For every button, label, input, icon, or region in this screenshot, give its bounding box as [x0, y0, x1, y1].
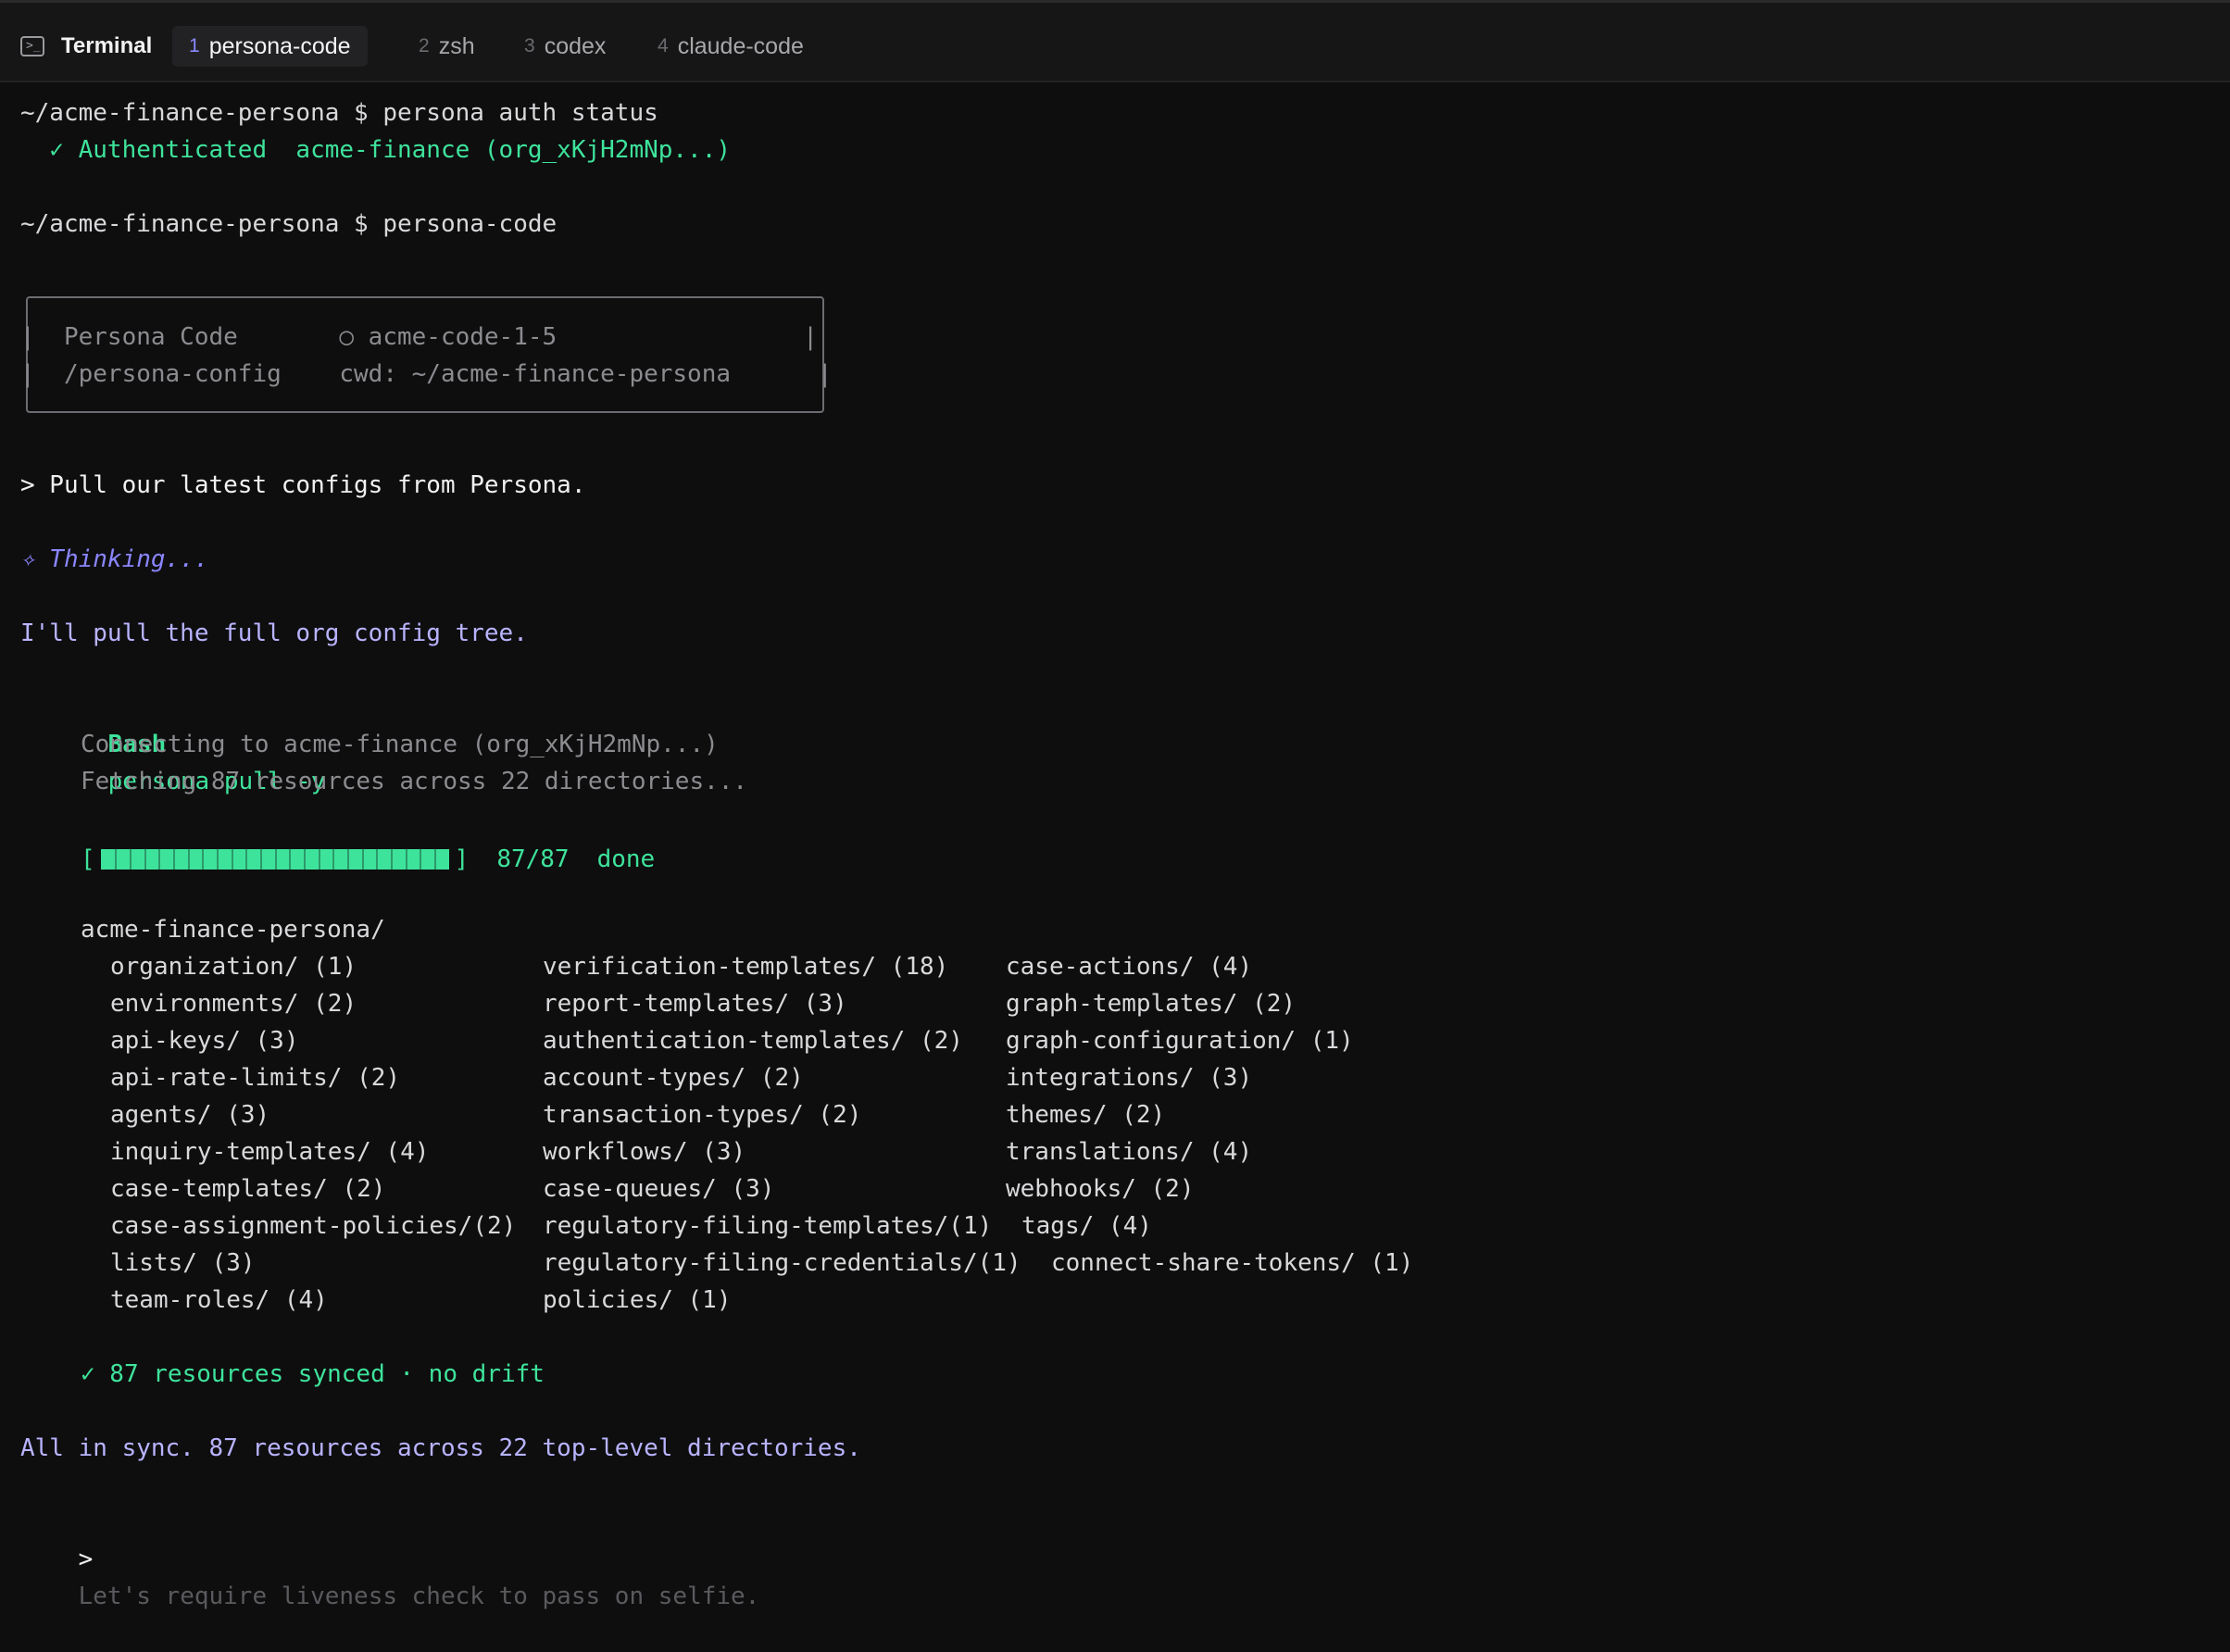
- progress-segment-divider: [376, 849, 379, 870]
- directory-entry: report-templates/ (3): [543, 990, 847, 1018]
- progress-segment-divider: [115, 849, 118, 870]
- progress-segment-divider: [332, 849, 335, 870]
- progress-segment-divider: [318, 849, 320, 870]
- progress-segment-divider: [231, 849, 233, 870]
- tab-number: 4: [658, 35, 669, 56]
- progress-segment-divider: [202, 849, 205, 870]
- progress-segment-divider: [158, 849, 161, 870]
- input-line[interactable]: > Let's require liveness check to pass o…: [20, 1504, 760, 1610]
- tab-bar: >_ Terminal 1 persona-code 2 zsh 3 codex…: [0, 3, 2230, 82]
- directory-entry: account-types/ (2): [543, 1064, 804, 1092]
- progress-segment-divider: [303, 849, 306, 870]
- progress-segment-divider: [390, 849, 393, 870]
- assistant-summary: All in sync. 87 resources across 22 top-…: [20, 1434, 861, 1462]
- directory-entry: webhooks/ (2): [1006, 1175, 1195, 1203]
- tab-zsh[interactable]: 2 zsh: [402, 26, 492, 67]
- directory-entry: team-roles/ (4): [110, 1286, 328, 1314]
- tab-claude-code[interactable]: 4 claude-code: [641, 26, 821, 67]
- tree-root: acme-finance-persona/: [81, 916, 385, 944]
- progress-segment-divider: [420, 849, 422, 870]
- progress-segment-divider: [405, 849, 407, 870]
- progress-segment-divider: [361, 849, 364, 870]
- tab-label: zsh: [438, 32, 475, 59]
- progress-segment-divider: [274, 849, 277, 870]
- tab-label: persona-code: [208, 32, 351, 59]
- directory-entry: themes/ (2): [1006, 1101, 1166, 1129]
- directory-entry: inquiry-templates/ (4): [110, 1138, 430, 1166]
- progress-segment-divider: [245, 849, 248, 870]
- directory-entry: graph-templates/ (2): [1006, 990, 1297, 1018]
- directory-entry: regulatory-filing-credentials/(1): [543, 1249, 1021, 1277]
- directory-entry: transaction-types/ (2): [543, 1101, 862, 1129]
- directory-entry: graph-configuration/ (1): [1006, 1027, 1354, 1055]
- tab-label: codex: [544, 32, 607, 59]
- progress-segment-divider: [187, 849, 190, 870]
- command-line: ~/acme-finance-persona $ persona auth st…: [20, 99, 658, 127]
- terminal-icon: >_: [20, 36, 44, 56]
- tab-persona-code[interactable]: 1 persona-code: [172, 26, 368, 67]
- progress-segment-divider: [144, 849, 146, 870]
- progress-segment-divider: [433, 849, 436, 870]
- progress-bracket-open: [: [81, 845, 95, 873]
- directory-entry: policies/ (1): [543, 1286, 732, 1314]
- directory-entry: case-assignment-policies/(2): [110, 1212, 517, 1240]
- terminal-output[interactable]: ~/acme-finance-persona $ persona auth st…: [0, 81, 2230, 1635]
- progress-count: 87/87: [496, 845, 570, 873]
- command-line: ~/acme-finance-persona $ persona-code: [20, 210, 558, 238]
- thinking-indicator: ✧ Thinking...: [20, 545, 209, 573]
- directory-entry: connect-share-tokens/ (1): [1051, 1249, 1414, 1277]
- progress-segment-divider: [129, 849, 132, 870]
- directory-entry: tags/ (4): [1021, 1212, 1152, 1240]
- progress-bar: [ ] 87/87 done: [81, 841, 655, 878]
- tool-output-line: Fetching 87 resources across 22 director…: [81, 768, 748, 795]
- directory-entry: api-rate-limits/ (2): [110, 1064, 401, 1092]
- tool-output-line: Connecting to acme-finance (org_xKjH2mNp…: [81, 731, 719, 758]
- progress-track: [100, 849, 449, 870]
- directory-entry: environments/ (2): [110, 990, 357, 1018]
- directory-entry: case-templates/ (2): [110, 1175, 386, 1203]
- user-prompt: > Pull our latest configs from Persona.: [20, 471, 586, 499]
- banner-row: | /persona-config cwd: ~/acme-finance-pe…: [20, 360, 833, 388]
- sync-result: ✓ 87 resources synced · no drift: [81, 1360, 545, 1388]
- input-prompt-symbol: >: [78, 1546, 94, 1573]
- progress-segment-divider: [172, 849, 175, 870]
- tab-number: 2: [419, 35, 430, 56]
- directory-entry: case-queues/ (3): [543, 1175, 775, 1203]
- tab-codex[interactable]: 3 codex: [507, 26, 622, 67]
- directory-entry: api-keys/ (3): [110, 1027, 299, 1055]
- directory-entry: authentication-templates/ (2): [543, 1027, 963, 1055]
- progress-segment-divider: [289, 849, 292, 870]
- directory-entry: regulatory-filing-templates/(1): [543, 1212, 993, 1240]
- tab-label: claude-code: [677, 32, 804, 59]
- progress-status: done: [596, 845, 656, 873]
- directory-entry: organization/ (1): [110, 953, 357, 981]
- directory-entry: lists/ (3): [110, 1249, 256, 1277]
- app-title: Terminal: [61, 33, 153, 58]
- tab-number: 3: [524, 35, 535, 56]
- progress-segment-divider: [216, 849, 219, 870]
- progress-segment-divider: [346, 849, 349, 870]
- directory-entry: case-actions/ (4): [1006, 953, 1253, 981]
- progress-segment-divider: [259, 849, 262, 870]
- bash-tool-call: Bash persona pull -y: [50, 689, 326, 795]
- directory-entry: translations/ (4): [1006, 1138, 1253, 1166]
- directory-entry: agents/ (3): [110, 1101, 270, 1129]
- directory-entry: verification-templates/ (18): [543, 953, 949, 981]
- input-placeholder[interactable]: Let's require liveness check to pass on …: [79, 1583, 760, 1610]
- auth-status-result: ✓ Authenticated acme-finance (org_xKjH2m…: [20, 136, 732, 164]
- directory-entry: workflows/ (3): [543, 1138, 746, 1166]
- progress-bracket-close: ]: [454, 845, 470, 873]
- assistant-message: I'll pull the full org config tree.: [20, 620, 528, 647]
- directory-entry: integrations/ (3): [1006, 1064, 1253, 1092]
- tab-number: 1: [189, 35, 200, 56]
- banner-row: | Persona Code ○ acme-code-1-5 |: [20, 323, 818, 351]
